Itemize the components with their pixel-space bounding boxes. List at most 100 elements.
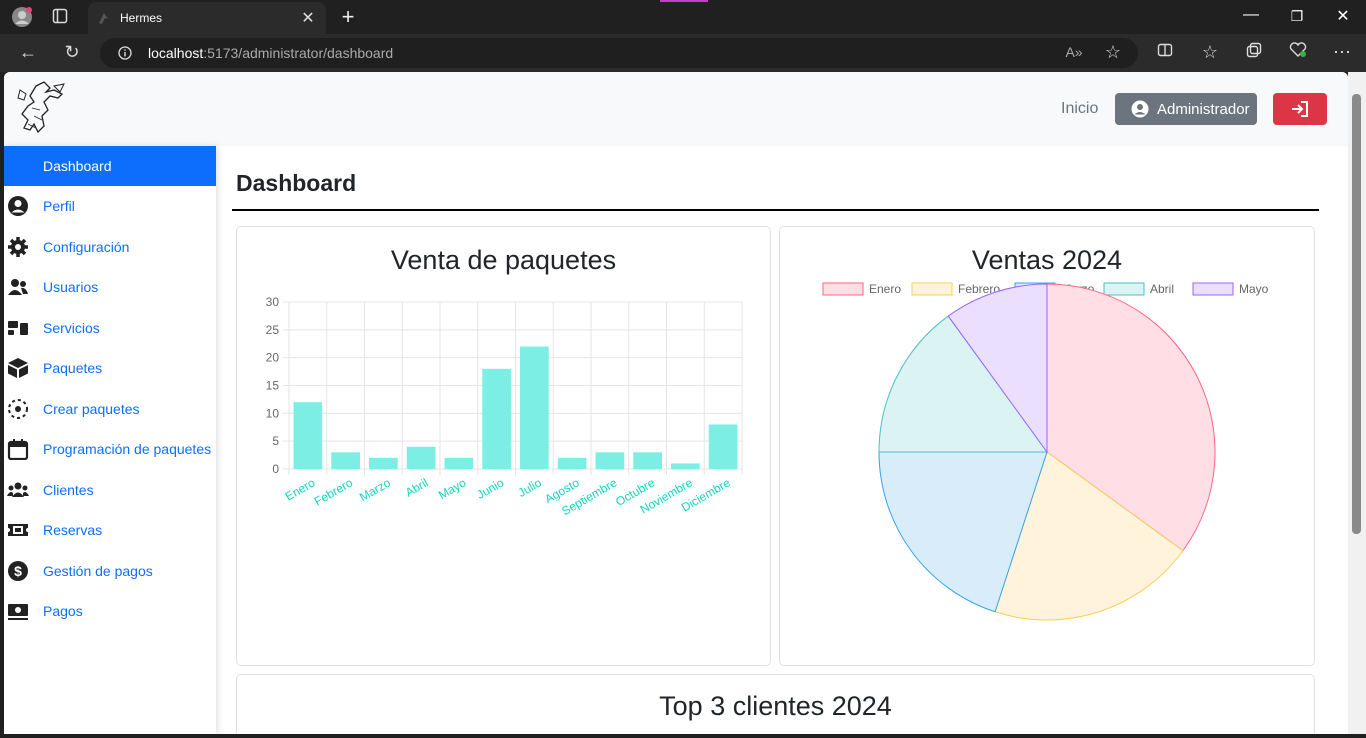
tab-title: Hermes xyxy=(120,11,163,25)
sidebar-item-label: Crear paquetes xyxy=(43,401,140,417)
bar-julio[interactable] xyxy=(520,346,549,469)
sidebar-item-label: Servicios xyxy=(43,320,100,336)
page-scrollbar-thumb[interactable] xyxy=(1352,94,1361,534)
bar-chart: 051015202530EneroFebrero Marzo Abril Mayo Ju… xyxy=(266,295,743,518)
browser-tab[interactable]: Hermes ✕ xyxy=(88,2,326,34)
nav-inicio-link[interactable]: Inicio xyxy=(1061,100,1098,118)
legend-label[interactable]: Enero xyxy=(869,282,901,296)
more-menu-icon[interactable]: ⋯ xyxy=(1330,42,1354,63)
y-tick-label: 25 xyxy=(266,323,280,337)
bar-septiembre[interactable] xyxy=(595,452,625,469)
logout-button[interactable] xyxy=(1273,93,1327,125)
sidebar-item-gestión-de-pagos[interactable]: $ Gestión de pagos xyxy=(4,551,216,591)
legend-swatch[interactable] xyxy=(1192,282,1234,296)
bar-octubre[interactable] xyxy=(633,452,662,469)
sidebar-item-reservas[interactable]: Reservas xyxy=(4,510,216,550)
sidebar-item-pagos[interactable]: Pagos xyxy=(4,591,216,631)
bar-chart-card: Venta de paquetes 0 5 10 15 20 25 30 Enero Febre… xyxy=(236,226,771,666)
sidebar-item-clientes[interactable]: Clientes xyxy=(4,470,216,510)
bar-enero[interactable] xyxy=(293,402,323,469)
tab-close-icon[interactable]: ✕ xyxy=(298,8,318,28)
web-page: Inicio Administrador Dashboard Perfil Conf… xyxy=(4,72,1348,734)
refresh-icon[interactable]: ↻ xyxy=(60,42,84,63)
sidebar-item-label: Gestión de pagos xyxy=(43,563,153,579)
chart-pie-icon xyxy=(9,155,29,175)
bar-febrero[interactable] xyxy=(331,452,360,469)
x-tick-label: Mayo xyxy=(436,475,469,502)
y-tick-label: 10 xyxy=(266,406,280,420)
pie-chart: EneroFebreroMarzoAbrilMayo xyxy=(822,282,1269,621)
sidebar-item-servicios[interactable]: Servicios xyxy=(4,308,216,348)
favorites-icon[interactable]: ☆ xyxy=(1198,42,1222,63)
legend-swatch[interactable] xyxy=(822,282,864,296)
main-content: Dashboard Venta de paquetes 0 5 10 15 20 25 30… xyxy=(216,146,1348,734)
address-bar-row: ← ↻ localhost:5173/administrator/dashboa… xyxy=(0,34,1366,72)
legend-label[interactable]: Abril xyxy=(1150,282,1174,296)
pie-chart-card: Ventas 2024 EneroFebreroMarzoAbrilMayo xyxy=(779,226,1315,666)
sidebar-item-usuarios[interactable]: Usuarios xyxy=(4,267,216,307)
sign-in-arrow-icon xyxy=(1292,101,1308,117)
sidebar-item-label: Usuarios xyxy=(43,279,99,295)
bar-junio[interactable] xyxy=(482,368,511,469)
minimize-icon[interactable]: — xyxy=(1236,6,1266,24)
bar-marzo[interactable] xyxy=(369,457,398,469)
top-navbar: Inicio Administrador xyxy=(4,72,1348,146)
tab-actions-icon[interactable] xyxy=(50,8,70,28)
sidebar-item-label: Reservas xyxy=(43,522,103,538)
legend-swatch[interactable] xyxy=(1103,282,1145,296)
split-screen-icon[interactable] xyxy=(1153,42,1177,63)
sidebar-item-perfil[interactable]: Perfil xyxy=(4,186,216,226)
user-circle-icon xyxy=(8,196,28,216)
clients-icon xyxy=(7,482,29,497)
bar-agosto[interactable] xyxy=(557,457,587,469)
bar-noviembre[interactable] xyxy=(671,463,700,469)
pie-chart-title: Ventas 2024 xyxy=(971,245,1123,275)
sidebar-item-label: Perfil xyxy=(43,198,75,214)
sidebar-item-configuración[interactable]: Configuración xyxy=(4,227,216,267)
bar-mayo[interactable] xyxy=(444,457,474,469)
bar-abril[interactable] xyxy=(406,446,436,469)
new-tab-icon[interactable]: + xyxy=(338,4,358,30)
svg-text:$: $ xyxy=(14,563,22,579)
url-field[interactable]: localhost:5173/administrator/dashboard xyxy=(100,38,1138,68)
browser-essentials-icon[interactable] xyxy=(1286,42,1310,63)
x-tick-label: Julio xyxy=(515,475,544,500)
x-tick-label: Febrero xyxy=(312,475,356,508)
box-icon xyxy=(8,358,28,378)
y-tick-label: 0 xyxy=(272,462,279,476)
hermes-favicon-icon xyxy=(99,13,108,24)
url-host: localhost xyxy=(148,45,204,61)
admin-label: Administrador xyxy=(1157,100,1250,118)
legend-swatch[interactable] xyxy=(911,282,953,296)
top-clients-card: Top 3 clientes 2024 xyxy=(236,674,1315,734)
sidebar-item-label: Dashboard xyxy=(43,158,112,174)
profile-avatar-icon[interactable] xyxy=(10,6,34,28)
sidebar: Dashboard Perfil Configuración Usuarios Serv… xyxy=(4,146,216,734)
favorite-star-icon[interactable]: ☆ xyxy=(1101,42,1125,63)
back-icon[interactable]: ← xyxy=(16,42,40,63)
info-icon[interactable] xyxy=(118,46,132,60)
x-tick-label: Marzo xyxy=(357,475,393,504)
money-icon xyxy=(8,604,28,620)
collections-icon[interactable] xyxy=(1242,42,1266,63)
url-path: :5173/administrator/dashboard xyxy=(203,45,394,61)
restore-icon[interactable]: ❐ xyxy=(1282,8,1312,25)
admin-user-button[interactable]: Administrador xyxy=(1115,93,1257,125)
bar-diciembre[interactable] xyxy=(708,424,738,469)
read-aloud-icon[interactable]: A» xyxy=(1062,44,1086,60)
services-icon xyxy=(8,321,28,335)
legend-label[interactable]: Mayo xyxy=(1239,282,1269,296)
sidebar-item-crear-paquetes[interactable]: Crear paquetes xyxy=(4,389,216,429)
sidebar-item-label: Pagos xyxy=(43,603,83,619)
x-tick-label: Junio xyxy=(474,475,506,502)
gear-icon xyxy=(8,237,28,257)
sidebar-item-label: Clientes xyxy=(43,482,94,498)
hermes-logo[interactable] xyxy=(14,80,66,138)
close-window-icon[interactable]: ✕ xyxy=(1328,6,1358,26)
sidebar-item-dashboard[interactable]: Dashboard xyxy=(4,146,216,186)
y-tick-label: 30 xyxy=(266,295,280,309)
bar-chart-title: Venta de paquetes xyxy=(390,245,617,275)
sidebar-item-paquetes[interactable]: Paquetes xyxy=(4,348,216,388)
users-icon xyxy=(8,279,28,295)
sidebar-item-programación-de-paquetes[interactable]: Programación de paquetes xyxy=(4,429,216,469)
